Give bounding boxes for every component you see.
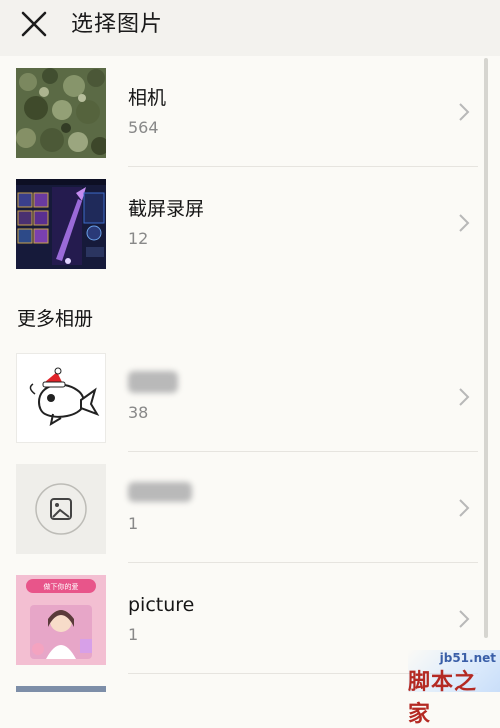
album-row-screenshots[interactable]: 截屏录屏 12: [0, 167, 478, 278]
watermark: jb51.net 脚本之家: [408, 650, 500, 727]
chevron-right-icon: [459, 214, 470, 232]
album-name: 截屏录屏: [128, 198, 205, 220]
scrollbar[interactable]: [484, 58, 488, 638]
close-icon[interactable]: [14, 6, 54, 46]
poster-text: 做下你的爱: [44, 582, 79, 591]
section-header-more-albums: 更多相册: [17, 308, 94, 330]
goldfish-sticker-thumbnail: [29, 367, 100, 427]
album-name: 相机: [128, 87, 167, 109]
album-count: 564: [128, 118, 159, 137]
album-row-camera[interactable]: 相机 564: [0, 56, 478, 167]
foliage-photo-thumbnail: [16, 68, 106, 158]
album-thumbnail: [16, 68, 106, 158]
watermark-brand: 脚本之家: [408, 670, 478, 727]
album-thumbnail: [16, 353, 106, 443]
blurred-album-name: [128, 482, 192, 502]
album-row-picture[interactable]: 做下你的爱 picture 1: [0, 563, 478, 674]
album-thumbnail: [16, 179, 106, 269]
page-title: 选择图片: [71, 12, 164, 37]
game-screenshot-thumbnail: [16, 179, 106, 269]
album-thumbnail: [16, 464, 106, 554]
top-bar: 选择图片: [0, 0, 500, 56]
chevron-right-icon: [459, 388, 470, 406]
album-row-sticker[interactable]: 38: [0, 341, 478, 452]
chevron-right-icon: [459, 103, 470, 121]
album-name: picture: [128, 594, 195, 616]
pink-poster-thumbnail: 做下你的爱: [16, 575, 106, 665]
album-thumbnail: 做下你的爱: [16, 575, 106, 665]
close-button[interactable]: [14, 6, 54, 46]
album-row-partial[interactable]: [0, 674, 478, 692]
image-icon: [35, 483, 87, 535]
chevron-right-icon: [459, 499, 470, 517]
blurred-album-name: [128, 371, 178, 393]
album-count: 38: [128, 403, 149, 422]
album-row-placeholder[interactable]: 1: [0, 452, 478, 563]
album-thumbnail: [16, 686, 106, 692]
album-count: 12: [128, 229, 149, 248]
album-list[interactable]: 相机 564 截屏录屏 12 更多相册 38 1 做下你的爱 picture 1: [0, 56, 500, 692]
album-count: 1: [128, 514, 139, 533]
album-count: 1: [128, 625, 139, 644]
chevron-right-icon: [459, 610, 470, 628]
watermark-url: jb51.net: [439, 651, 496, 665]
